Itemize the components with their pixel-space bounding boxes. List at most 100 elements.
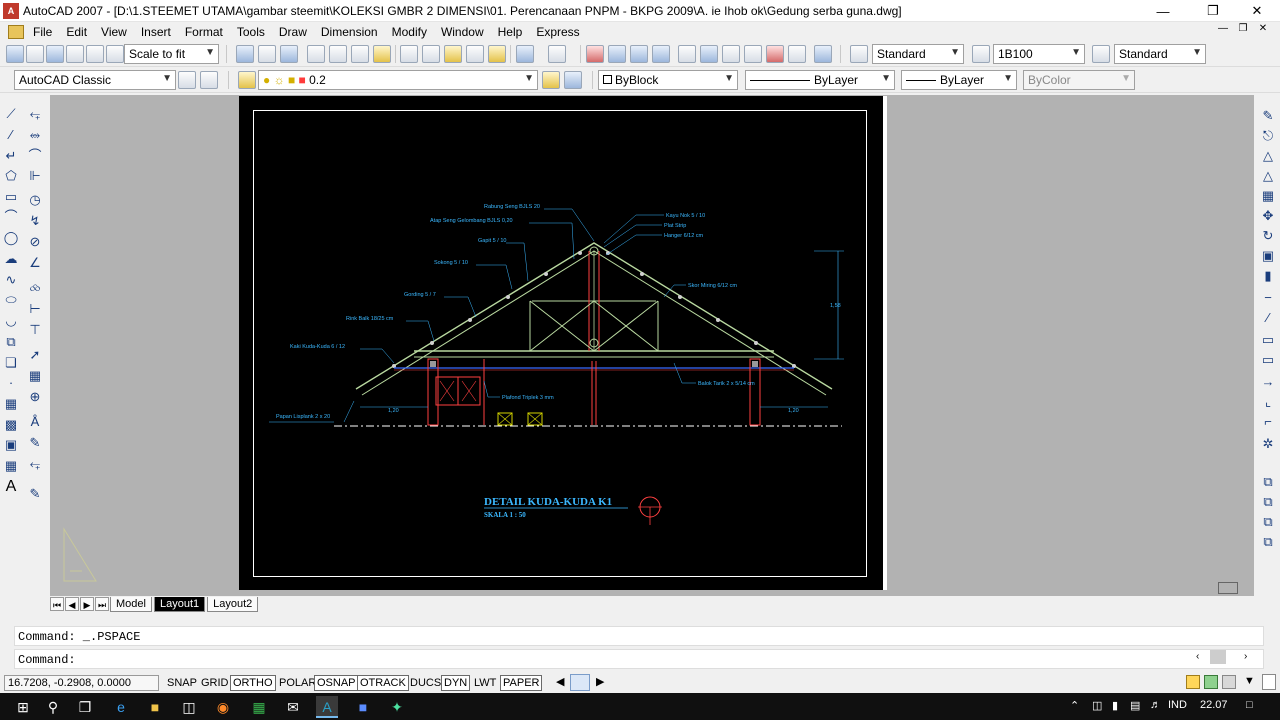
command-scrollbar[interactable] [1210, 650, 1226, 664]
menu-help[interactable]: Help [491, 25, 530, 39]
break-icon[interactable]: ▭ [1260, 352, 1276, 368]
quick-dim-icon[interactable]: ⧝ [27, 280, 43, 296]
workspace-settings-icon[interactable] [178, 71, 196, 89]
center-mark-icon[interactable]: ⊕ [27, 389, 43, 405]
dim-radius-icon[interactable]: ◷ [27, 192, 43, 208]
workspace-combo[interactable]: AutoCAD Classic ▼ [14, 70, 176, 90]
sheet-set-icon[interactable] [744, 45, 762, 63]
paper-model-toggle[interactable]: PAPER [500, 675, 543, 691]
tray-settings-icon[interactable] [1222, 675, 1236, 689]
polyline-icon[interactable]: ↵ [3, 148, 19, 164]
drawing-area[interactable]: Rabung Seng BJLS 20 Atap Seng Gelombang … [50, 95, 1254, 596]
draworder-front-icon[interactable]: ⧉ [1260, 474, 1276, 490]
otrack-toggle[interactable]: OTRACK [357, 675, 409, 691]
plot-preview-icon[interactable] [86, 45, 104, 63]
design-center-icon[interactable] [700, 45, 718, 63]
draworder-back-icon[interactable]: ⧉ [1260, 494, 1276, 510]
tab-prev-button[interactable]: ◀ [65, 597, 79, 611]
tray-expand-icon[interactable]: ⌃ [1070, 699, 1079, 712]
circle-icon[interactable]: ◯ [3, 230, 19, 246]
viewport-frame[interactable]: Rabung Seng BJLS 20 Atap Seng Gelombang … [253, 110, 867, 577]
menu-view[interactable]: View [94, 25, 134, 39]
notifications-icon[interactable]: □ [1246, 699, 1253, 711]
text-style-icon[interactable] [850, 45, 868, 63]
tab-first-button[interactable]: ⏮ [50, 597, 64, 611]
draworder-above-icon[interactable]: ⧉ [1260, 514, 1276, 530]
publish-dwf-icon[interactable] [351, 45, 369, 63]
dim-edit-icon[interactable]: Å [27, 414, 43, 430]
ellipse-arc-icon[interactable]: ◡ [3, 313, 19, 329]
doc-close-button[interactable]: ✕ [1254, 23, 1272, 34]
menu-dimension[interactable]: Dimension [314, 25, 385, 39]
fillet-icon[interactable]: ⌐ [1260, 414, 1276, 430]
status-menu-icon[interactable]: ▼ [1244, 675, 1255, 687]
draworder-under-icon[interactable]: ⧉ [1260, 534, 1276, 550]
paste-icon[interactable] [444, 45, 462, 63]
minimize-button[interactable]: — [1140, 0, 1186, 22]
insert-block-icon[interactable]: ⧉ [3, 334, 19, 350]
break-at-point-icon[interactable]: ▭ [1260, 332, 1276, 348]
restore-button[interactable]: ❐ [1190, 0, 1236, 22]
join-icon[interactable]: → [1260, 374, 1276, 390]
open-sheet-icon[interactable] [258, 45, 276, 63]
scale-icon[interactable]: ▣ [1260, 248, 1276, 264]
chamfer-icon[interactable]: ⌞ [1260, 394, 1276, 410]
status-scroll-left-icon[interactable]: ◀ [556, 675, 564, 688]
autocad-taskbar-icon[interactable]: A [316, 696, 338, 718]
array-icon[interactable]: ▦ [1260, 188, 1276, 204]
dim-diameter-icon[interactable]: ⊘ [27, 234, 43, 250]
osnap-toggle[interactable]: OSNAP [314, 675, 359, 691]
document-icon[interactable] [8, 24, 24, 39]
construction-line-icon[interactable]: ∕ [3, 127, 19, 143]
polar-toggle[interactable]: POLAR [276, 675, 319, 691]
dim-jogged-icon[interactable]: ↯ [27, 213, 43, 229]
layer-previous-icon[interactable] [564, 71, 582, 89]
my-workspace-icon[interactable] [200, 71, 218, 89]
new-viewport-icon[interactable] [236, 45, 254, 63]
maximize-viewport-icon[interactable] [570, 674, 590, 691]
table-icon[interactable]: ▦ [3, 458, 19, 474]
markup-icon[interactable] [766, 45, 784, 63]
table-style-icon[interactable] [1092, 45, 1110, 63]
copy-icon[interactable] [422, 45, 440, 63]
menu-window[interactable]: Window [434, 25, 491, 39]
clean-screen-icon[interactable] [1262, 674, 1276, 690]
revision-cloud-icon[interactable]: ☁ [3, 251, 19, 267]
status-scroll-right-icon[interactable]: ▶ [596, 675, 604, 688]
match-properties-icon[interactable] [466, 45, 484, 63]
offset-icon[interactable]: △ [1260, 168, 1276, 184]
autocad-app-icon[interactable]: A [3, 2, 19, 19]
store-icon[interactable]: ◫ [178, 696, 200, 718]
copy-object-icon[interactable]: ⎋ [1260, 128, 1276, 144]
menu-tools[interactable]: Tools [230, 25, 272, 39]
menu-insert[interactable]: Insert [134, 25, 178, 39]
menu-modify[interactable]: Modify [385, 25, 434, 39]
point-icon[interactable]: · [3, 375, 19, 391]
dim-ordinate-icon[interactable]: ⊩ [27, 168, 43, 184]
preview-icon[interactable] [329, 45, 347, 63]
polygon-icon[interactable]: ⬠ [3, 168, 19, 184]
help-icon[interactable] [814, 45, 832, 63]
dim-linear-icon[interactable]: ⥆ [27, 106, 43, 122]
cut-icon[interactable] [400, 45, 418, 63]
command-input[interactable]: Command: [14, 649, 1264, 669]
erase-icon[interactable]: ✎ [1260, 108, 1276, 124]
scroll-left-icon[interactable]: ‹ [1196, 651, 1199, 662]
comm-center-icon[interactable] [1186, 675, 1200, 689]
search-icon[interactable]: ⚲ [42, 696, 64, 718]
dim-update-icon[interactable]: ⥆ [27, 456, 43, 472]
close-button[interactable]: ✕ [1234, 0, 1280, 22]
menu-file[interactable]: File [26, 25, 59, 39]
layer-combo[interactable]: ● ☼ ■ ■ 0.2 ▼ [258, 70, 538, 90]
text-style-combo[interactable]: Standard ▼ [872, 44, 964, 64]
lineweight-combo[interactable]: ByLayer ▼ [901, 70, 1017, 90]
block-editor-icon[interactable] [488, 45, 506, 63]
color-combo[interactable]: ByBlock ▼ [598, 70, 738, 90]
undo-icon[interactable] [516, 45, 534, 63]
menu-format[interactable]: Format [178, 25, 230, 39]
stretch-icon[interactable]: ▮ [1260, 268, 1276, 284]
zoom-window-icon[interactable] [630, 45, 648, 63]
menu-express[interactable]: Express [529, 25, 586, 39]
3d-dwf-icon[interactable] [373, 45, 391, 63]
multiline-text-icon[interactable]: A [3, 479, 19, 495]
